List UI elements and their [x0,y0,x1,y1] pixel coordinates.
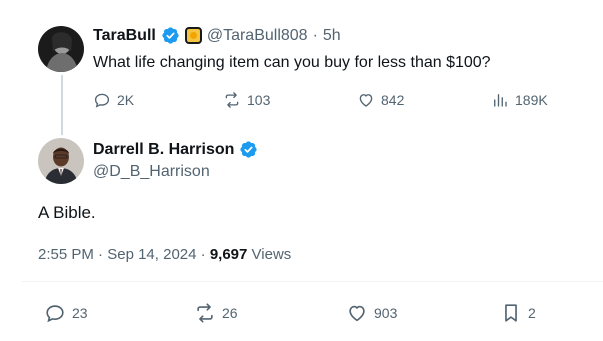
main-handle[interactable]: @D_B_Harrison [93,163,210,181]
tweet-time[interactable]: 2:55 PM [38,246,94,263]
parent-display-name[interactable]: TaraBull [93,27,156,45]
parent-reply-button[interactable]: 2K [93,91,134,109]
repost-button[interactable]: 26 [194,302,238,324]
parent-reply-count: 2K [117,92,135,108]
verified-badge-icon [162,27,179,44]
parent-repost-button[interactable]: 103 [223,91,270,109]
reply-icon [94,93,110,108]
tweet-date[interactable]: Sep 14, 2024 [107,246,196,263]
views-bar-chart-icon [494,94,507,107]
repost-icon [225,92,239,108]
bookmark-count: 2 [528,305,536,321]
divider [22,281,603,282]
header-separator: · [312,26,318,44]
parent-view-count: 189K [515,92,548,108]
parent-repost-count: 103 [247,92,271,108]
parent-tweet-header: TaraBull @TaraBull808 · 5h [93,26,341,45]
reply-icon [46,305,64,323]
gold-affiliate-badge-icon[interactable] [184,27,202,44]
reply-button[interactable]: 23 [44,302,88,324]
meta-separator-2: · [200,246,206,263]
parent-avatar[interactable] [38,26,84,72]
main-tweet-text: A Bible. [38,203,96,222]
main-tweet-author: Darrell B. Harrison [93,140,258,159]
parent-like-button[interactable]: 842 [357,91,404,109]
repost-icon [197,303,213,323]
bookmark-icon [505,304,517,322]
reply-count: 23 [72,305,88,321]
like-count: 903 [374,305,398,321]
repost-count: 26 [222,305,238,321]
main-tweet-actions: 23 26 903 2 [0,302,603,326]
tweet-metadata: 2:55 PM · Sep 14, 2024 · 9,697 Views [38,246,291,263]
verified-badge-icon [240,141,258,158]
main-display-name[interactable]: Darrell B. Harrison [93,141,234,159]
parent-like-count: 842 [381,92,405,108]
parent-views-button[interactable]: 189K [491,91,548,109]
views-label: Views [251,246,292,263]
main-avatar[interactable] [38,138,84,184]
bookmark-button[interactable]: 2 [500,302,536,324]
heart-icon [349,305,365,322]
parent-handle[interactable]: @TaraBull808 [207,27,308,45]
meta-separator: · [98,246,104,263]
thread-connector-line [61,75,63,135]
parent-time-ago[interactable]: 5h [323,27,341,45]
parent-tweet-text: What life changing item can you buy for … [93,54,491,71]
heart-icon [359,94,373,107]
view-count: 9,697 [209,246,248,263]
parent-tweet-actions: 2K 103 842 189K [93,91,553,111]
like-button[interactable]: 903 [346,302,397,324]
